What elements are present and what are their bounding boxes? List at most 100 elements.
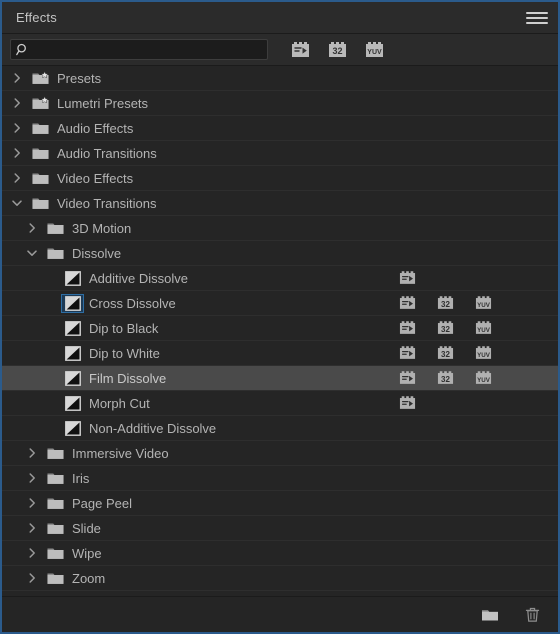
disclosure-triangle-expanded[interactable] (10, 196, 24, 210)
folder-icon (482, 609, 498, 620)
search-icon (16, 43, 26, 55)
transition-icon (65, 320, 81, 336)
tree-item-icon (47, 221, 64, 236)
disclosure-triangle-collapsed[interactable] (25, 471, 39, 485)
disclosure-triangle-collapsed[interactable] (25, 221, 39, 235)
tree-item-folder[interactable]: Audio Effects (2, 116, 558, 141)
svg-text:32: 32 (332, 46, 342, 56)
yuv-badge-icon: YUV (475, 296, 492, 309)
accelerated-badge-icon (399, 296, 416, 309)
chevron-right-icon (14, 123, 20, 133)
svg-text:32: 32 (441, 300, 450, 309)
tree-item-icon (32, 146, 49, 161)
svg-text:32: 32 (441, 375, 450, 384)
accelerated-badge-icon (399, 346, 416, 359)
32-bit-badge-icon: 32 (437, 346, 454, 359)
yuv-badge-icon: YUV (475, 346, 492, 359)
tree-item-label: Presets (57, 70, 102, 86)
tree-item-transition[interactable]: Cross Dissolve 32 YUV (2, 291, 558, 316)
disclosure-triangle-collapsed[interactable] (10, 96, 24, 110)
tree-item-label: Audio Transitions (57, 145, 157, 161)
tree-item-icon (47, 546, 64, 561)
tree-item-icon (47, 446, 64, 461)
effects-tree[interactable]: Presets Lumetri Presets Audio Effects Audio… (2, 66, 558, 596)
accelerated-effects-filter[interactable] (290, 41, 311, 59)
tree-item-folder[interactable]: Dissolve (2, 241, 558, 266)
tree-item-badges: 32 YUV (398, 316, 504, 340)
tree-item-transition[interactable]: Dip to White 32 YUV (2, 341, 558, 366)
yuv-badge-icon: YUV (475, 371, 492, 384)
disclosure-triangle-collapsed[interactable] (10, 146, 24, 160)
badge-slot (398, 370, 436, 386)
yuv-badge-icon: YUV (475, 321, 492, 334)
badge-slot (398, 270, 436, 286)
tree-item-label: Dissolve (72, 245, 122, 261)
tree-item-icon (65, 370, 82, 386)
tree-item-folder[interactable]: Audio Transitions (2, 141, 558, 166)
badge-slot: YUV (474, 320, 504, 336)
chevron-right-icon (14, 98, 20, 108)
folder-preset-icon (32, 95, 49, 109)
tree-item-folder[interactable]: Presets (2, 66, 558, 91)
trash-icon (525, 607, 539, 622)
chevron-right-icon (29, 498, 35, 508)
disclosure-triangle-collapsed[interactable] (25, 496, 39, 510)
badge-slot: 32 (436, 370, 474, 386)
tree-item-badges (398, 391, 504, 415)
tree-item-transition[interactable]: Film Dissolve 32 YUV (2, 366, 558, 391)
transition-icon (65, 370, 81, 386)
disclosure-triangle-collapsed[interactable] (25, 546, 39, 560)
tree-item-label: Film Dissolve (89, 370, 167, 386)
disclosure-triangle-expanded[interactable] (25, 246, 39, 260)
svg-text:32: 32 (441, 350, 450, 359)
tree-item-folder[interactable]: Video Effects (2, 166, 558, 191)
tree-item-transition[interactable]: Non-Additive Dissolve (2, 416, 558, 441)
tree-item-icon (65, 395, 82, 411)
yuv-color-filter[interactable]: YUV (364, 41, 385, 59)
tree-item-folder[interactable]: 3D Motion (2, 216, 558, 241)
tree-item-transition[interactable]: Dip to Black 32 YUV (2, 316, 558, 341)
folder-icon (47, 247, 64, 259)
svg-text:YUV: YUV (477, 352, 491, 359)
disclosure-triangle-collapsed[interactable] (25, 446, 39, 460)
delete-custom-item-button[interactable] (522, 605, 542, 625)
tree-item-label: Video Effects (57, 170, 134, 186)
svg-text:YUV: YUV (367, 49, 382, 56)
tree-item-folder[interactable]: Video Transitions (2, 191, 558, 216)
tree-item-folder[interactable]: Lumetri Presets (2, 91, 558, 116)
tree-item-label: 3D Motion (72, 220, 132, 236)
disclosure-triangle-collapsed[interactable] (10, 121, 24, 135)
tree-item-label: Page Peel (72, 495, 132, 511)
tree-item-label: Lumetri Presets (57, 95, 149, 111)
svg-text:YUV: YUV (477, 377, 491, 384)
tree-item-folder[interactable]: Page Peel (2, 491, 558, 516)
search-box[interactable] (10, 39, 268, 60)
new-custom-bin-button[interactable] (480, 605, 500, 625)
32-bit-badge-icon: 32 (437, 296, 454, 309)
chevron-right-icon (29, 448, 35, 458)
disclosure-triangle-collapsed[interactable] (10, 171, 24, 185)
tree-item-transition[interactable]: Morph Cut (2, 391, 558, 416)
tree-item-folder[interactable]: Zoom (2, 566, 558, 591)
search-input[interactable] (31, 41, 263, 58)
tree-item-icon (32, 171, 49, 186)
tree-item-folder[interactable]: Wipe (2, 541, 558, 566)
tree-item-icon (32, 95, 49, 111)
accelerated-badge-icon (399, 271, 416, 284)
tree-item-transition[interactable]: Additive Dissolve (2, 266, 558, 291)
chevron-right-icon (29, 548, 35, 558)
32-bit-color-filter[interactable]: 32 (327, 41, 348, 59)
tree-item-icon (65, 270, 82, 286)
disclosure-triangle-collapsed[interactable] (25, 571, 39, 585)
page-title: Effects (16, 10, 57, 25)
folder-icon (47, 472, 64, 484)
disclosure-triangle-collapsed[interactable] (25, 521, 39, 535)
tree-item-label: Non-Additive Dissolve (89, 420, 217, 436)
tree-item-folder[interactable]: Immersive Video (2, 441, 558, 466)
tree-item-folder[interactable]: Iris (2, 466, 558, 491)
badge-slot: 32 (436, 320, 474, 336)
tree-item-folder[interactable]: Slide (2, 516, 558, 541)
panel-menu-icon[interactable] (524, 9, 550, 27)
disclosure-triangle-collapsed[interactable] (10, 71, 24, 85)
tree-item-icon (47, 571, 64, 586)
